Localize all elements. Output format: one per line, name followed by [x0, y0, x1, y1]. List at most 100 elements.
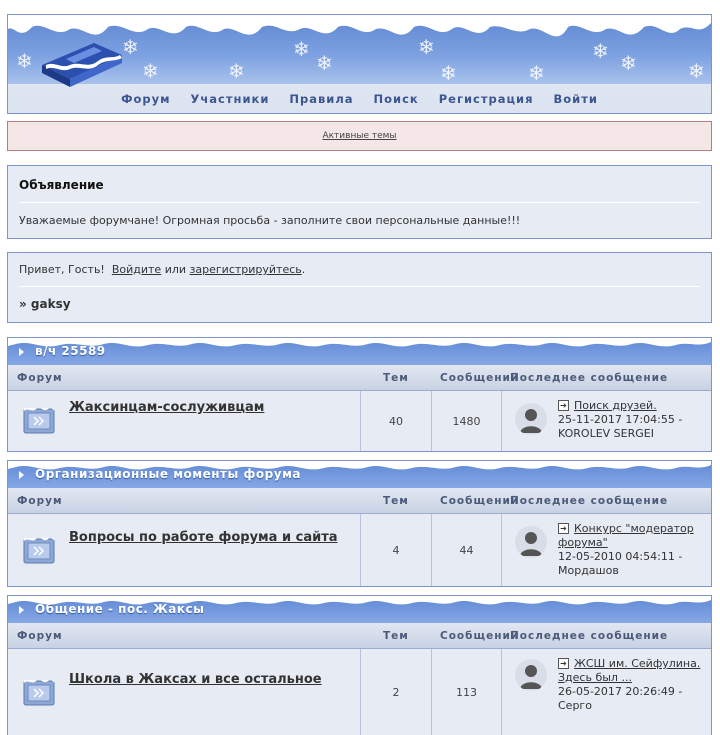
forum-row: Жаксинцам-сослуживцам 40 1480 ➔ Поиск дру… [8, 391, 711, 451]
last-post-info: ➔ ЖСШ им. Сейфулина. Здесь был ... 26-05-… [558, 657, 708, 713]
column-topics: Тем [383, 495, 409, 507]
user-line: » gaksy [19, 297, 71, 311]
category-header: Организационные моменты форума [8, 461, 711, 488]
announcement-title: Объявление [19, 178, 104, 192]
category-title[interactable]: Общение - пос. Жаксы [35, 602, 204, 616]
collapse-arrow-icon[interactable] [19, 606, 24, 614]
column-last-post: Последнее сообщение [510, 630, 669, 642]
forum-folder-icon [23, 407, 55, 434]
category-title[interactable]: в/ч 25589 [35, 344, 106, 358]
category-block: Общение - пос. Жаксы Форум Тем Сообщений… [7, 595, 712, 735]
category-header: в/ч 25589 [8, 338, 711, 365]
announcement-text: Уважаемые форумчане! Огромная просьба - … [19, 214, 521, 227]
nav-search[interactable]: Поиск [374, 92, 419, 106]
last-post-author[interactable]: KOROLEV SERGEI [558, 427, 654, 440]
go-to-post-icon[interactable]: ➔ [558, 523, 569, 534]
active-topics-link[interactable]: Активные темы [322, 131, 396, 141]
divider [501, 391, 502, 451]
collapse-arrow-icon[interactable] [19, 471, 24, 479]
divider [501, 514, 502, 586]
topics-count: 2 [392, 686, 400, 699]
period-text: . [301, 263, 306, 276]
snowflake-icon: ❄ [142, 59, 159, 83]
last-post-info: ➔ Поиск друзей. 25-11-2017 17:04:55 - KOR… [558, 399, 708, 441]
user-avatar-icon [515, 526, 547, 558]
last-post-info: ➔ Конкурс "модератор форума" 12-05-2010 0… [558, 522, 708, 578]
divider [19, 202, 700, 203]
nav-login[interactable]: Войти [553, 92, 597, 106]
snowflake-icon: ❄ [440, 61, 457, 84]
snowflake-icon: ❄ [293, 37, 310, 61]
welcome-box: Привет, Гость! Войдите или зарегистрируй… [7, 252, 712, 323]
snow-cap-decoration [8, 338, 711, 347]
divider [19, 286, 700, 287]
forum-title-link[interactable]: Вопросы по работе форума и сайта [69, 530, 338, 545]
column-forum: Форум [17, 372, 63, 384]
forum-folder-icon [23, 679, 55, 706]
guest-greeting: Привет, Гость! Войдите или зарегистрируй… [19, 263, 305, 276]
forum-title-link[interactable]: Жаксинцам-сослуживцам [69, 400, 264, 415]
divider [501, 649, 502, 735]
posts-count: 1480 [452, 415, 481, 428]
go-to-post-icon[interactable]: ➔ [558, 658, 569, 669]
column-topics: Тем [383, 630, 409, 642]
last-post-date: 25-11-2017 17:04:55 - [558, 413, 683, 426]
last-post-link[interactable]: ЖСШ им. Сейфулина. Здесь был ... [558, 657, 700, 684]
column-topics: Тем [383, 372, 409, 384]
nav-rules[interactable]: Правила [289, 92, 353, 106]
column-posts: Сообщений [440, 630, 520, 642]
column-header-row: Форум Тем Сообщений Последнее сообщение [8, 623, 711, 649]
forum-title-link[interactable]: Школа в Жаксах и все остальное [69, 672, 322, 687]
last-post-date: 12-05-2010 04:54:11 - [558, 550, 683, 563]
main-nav: Форум Участники Правила Поиск Регистраци… [8, 85, 711, 113]
column-posts: Сообщений [440, 495, 520, 507]
greeting-text: Привет, Гость! [19, 263, 105, 276]
column-last-post: Последнее сообщение [510, 372, 669, 384]
last-post-link[interactable]: Поиск друзей. [574, 399, 657, 412]
user-avatar-icon [515, 403, 547, 435]
snowflake-icon: ❄ [316, 51, 333, 75]
nav-register[interactable]: Регистрация [439, 92, 534, 106]
posts-count: 113 [456, 686, 477, 699]
snowflake-icon: ❄ [16, 49, 33, 73]
snowflake-icon: ❄ [228, 59, 245, 83]
forum-logo[interactable] [36, 31, 124, 87]
forum-row: Школа в Жаксах и все остальное 2 113 ➔ ЖС… [8, 649, 711, 735]
announcement-box: Объявление Уважаемые форумчане! Огромная… [7, 165, 712, 239]
snowflake-icon: ❄ [688, 59, 705, 83]
nav-forum[interactable]: Форум [121, 92, 170, 106]
or-text: или [164, 263, 187, 276]
last-post-author[interactable]: Мордашов [558, 564, 619, 577]
column-posts: Сообщений [440, 372, 520, 384]
active-topics-bar: Активные темы [7, 121, 712, 151]
column-last-post: Последнее сообщение [510, 495, 669, 507]
last-post-date: 26-05-2017 20:26:49 - [558, 685, 683, 698]
collapse-arrow-icon[interactable] [19, 348, 24, 356]
category-title[interactable]: Организационные моменты форума [35, 467, 301, 481]
login-link[interactable]: Войдите [112, 263, 161, 276]
nav-members[interactable]: Участники [191, 92, 270, 106]
last-post-link[interactable]: Конкурс "модератор форума" [558, 522, 694, 549]
forum-header: ❄ ❄ ❄ ❄ ❄ ❄ ❄ ❄ ❄ ❄ ❄ ❄ Форум Участники … [7, 14, 712, 114]
forum-folder-icon [23, 537, 55, 564]
column-header-row: Форум Тем Сообщений Последнее сообщение [8, 365, 711, 391]
snowflake-icon: ❄ [592, 39, 609, 63]
forum-row: Вопросы по работе форума и сайта 4 44 ➔ К… [8, 514, 711, 586]
register-link[interactable]: зарегистрируйтесь [190, 263, 302, 276]
last-post-author[interactable]: Серго [558, 699, 592, 712]
category-header: Общение - пос. Жаксы [8, 596, 711, 623]
snowflake-icon: ❄ [528, 61, 545, 84]
snowflake-icon: ❄ [418, 35, 435, 59]
user-avatar-icon [515, 659, 547, 691]
category-block: Организационные моменты форума Форум Тем… [7, 460, 712, 587]
topics-count: 4 [392, 544, 400, 557]
category-block: в/ч 25589 Форум Тем Сообщений Последнее … [7, 337, 712, 452]
column-forum: Форум [17, 630, 63, 642]
snowflake-icon: ❄ [620, 51, 637, 75]
column-header-row: Форум Тем Сообщений Последнее сообщение [8, 488, 711, 514]
column-forum: Форум [17, 495, 63, 507]
snowflake-icon: ❄ [122, 35, 139, 59]
go-to-post-icon[interactable]: ➔ [558, 400, 569, 411]
posts-count: 44 [459, 544, 474, 557]
topics-count: 40 [389, 415, 403, 428]
